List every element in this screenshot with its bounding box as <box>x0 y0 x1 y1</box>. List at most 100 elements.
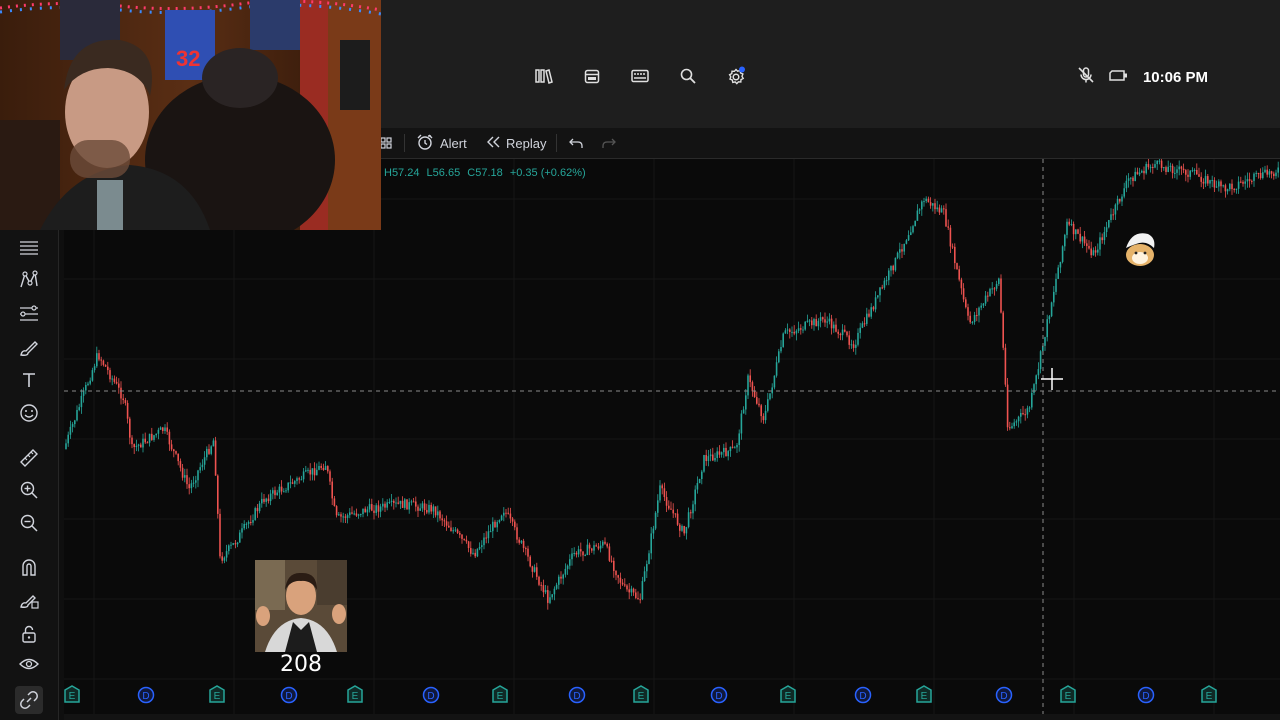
search-icon[interactable] <box>674 64 702 88</box>
ruler-icon[interactable] <box>15 444 43 472</box>
candle-body <box>958 269 960 280</box>
candle-body <box>712 454 714 461</box>
lock-drawing-icon[interactable] <box>15 586 43 614</box>
candle-body <box>85 384 87 391</box>
candle-body <box>687 512 690 527</box>
candle-body <box>791 331 793 333</box>
alert-button[interactable]: Alert <box>416 128 467 158</box>
candle-body <box>335 506 338 516</box>
pattern-icon[interactable] <box>15 266 43 294</box>
candle-body <box>575 552 578 555</box>
brush-icon[interactable] <box>15 334 43 362</box>
earnings-marker[interactable]: E <box>916 685 932 703</box>
dividend-marker[interactable]: D <box>854 686 872 704</box>
candle-body <box>316 469 318 476</box>
redo-icon[interactable] <box>602 128 616 158</box>
candle-body <box>1125 180 1128 189</box>
text-icon[interactable] <box>15 366 43 394</box>
dividend-marker[interactable]: D <box>710 686 728 704</box>
svg-text:D: D <box>427 691 434 702</box>
candle-body <box>1240 181 1242 183</box>
candle-body <box>1057 267 1059 279</box>
dividend-marker[interactable]: D <box>568 686 586 704</box>
dividend-marker[interactable]: D <box>1137 686 1155 704</box>
price-chart[interactable] <box>64 154 1280 714</box>
candle-body <box>1207 176 1209 184</box>
earnings-marker[interactable]: E <box>633 685 649 703</box>
candle-body <box>1165 167 1167 172</box>
link-icon[interactable] <box>15 686 43 714</box>
alert-label: Alert <box>440 135 467 151</box>
candle-body <box>558 576 560 585</box>
earnings-marker[interactable]: E <box>209 685 225 703</box>
zoom-out-icon[interactable] <box>15 509 43 537</box>
earnings-marker[interactable]: E <box>1060 685 1076 703</box>
ticker-tape-icon[interactable] <box>626 64 654 88</box>
replay-button[interactable]: Replay <box>486 128 546 158</box>
candle-body <box>80 395 83 408</box>
candle-body <box>382 503 384 507</box>
candle-body <box>762 416 765 421</box>
calendar-icon[interactable] <box>578 64 606 88</box>
candle-body <box>1090 248 1092 256</box>
candle-body <box>166 427 168 432</box>
undo-icon[interactable] <box>569 128 583 158</box>
dividend-marker[interactable]: D <box>422 686 440 704</box>
candlestick-canvas[interactable] <box>64 154 1280 714</box>
candle-body <box>1000 278 1002 313</box>
fib-icon[interactable] <box>15 300 43 328</box>
candle-body <box>230 544 232 546</box>
candle-body <box>461 534 463 539</box>
candle-body <box>252 519 254 523</box>
candle-body <box>872 307 875 310</box>
candle-body <box>355 513 358 516</box>
candle-body <box>208 448 210 454</box>
candle-body <box>1202 181 1205 184</box>
candle-body <box>624 584 626 586</box>
candle-body <box>478 546 481 549</box>
earnings-marker[interactable]: E <box>64 685 80 703</box>
dividend-marker[interactable]: D <box>995 686 1013 704</box>
lock-icon[interactable] <box>15 620 43 648</box>
candle-body <box>221 556 223 561</box>
candle-body <box>1193 169 1196 171</box>
zoom-in-icon[interactable] <box>15 476 43 504</box>
candle-body <box>280 486 283 492</box>
earnings-marker[interactable]: E <box>780 685 796 703</box>
candle-body <box>692 504 694 514</box>
layout-grid-icon[interactable] <box>380 128 392 158</box>
candle-body <box>1068 221 1070 225</box>
library-icon[interactable] <box>530 64 558 88</box>
magnet-icon[interactable] <box>15 553 43 581</box>
earnings-marker[interactable]: E <box>492 685 508 703</box>
candle-body <box>1011 426 1013 429</box>
candle-body <box>467 541 470 549</box>
earnings-marker[interactable]: E <box>1201 685 1217 703</box>
candle-body <box>903 243 905 252</box>
candle-body <box>555 584 558 589</box>
candle-body <box>874 297 877 310</box>
status-area: 10:06 PM <box>1077 64 1208 90</box>
candle-body <box>472 552 474 554</box>
candle-body <box>1037 369 1040 376</box>
settings-icon[interactable] <box>722 64 750 88</box>
dividend-marker[interactable]: D <box>137 686 155 704</box>
mic-muted-icon[interactable] <box>1077 66 1095 89</box>
candle-body <box>929 202 932 206</box>
candle-body <box>1024 414 1026 416</box>
candle-body <box>1176 169 1178 173</box>
earnings-marker[interactable]: E <box>347 685 363 703</box>
candle-body <box>487 531 490 539</box>
candle-body <box>375 505 377 513</box>
candle-body <box>969 315 971 323</box>
candle-body <box>654 512 657 529</box>
candle-body <box>338 514 340 516</box>
candle-body <box>580 549 582 552</box>
candle-body <box>690 512 692 514</box>
eye-icon[interactable] <box>15 650 43 678</box>
candle-body <box>797 328 800 331</box>
candle-body <box>357 514 360 516</box>
emoji-icon[interactable] <box>15 399 43 427</box>
trend-line-icon[interactable] <box>15 234 43 262</box>
dividend-marker[interactable]: D <box>280 686 298 704</box>
